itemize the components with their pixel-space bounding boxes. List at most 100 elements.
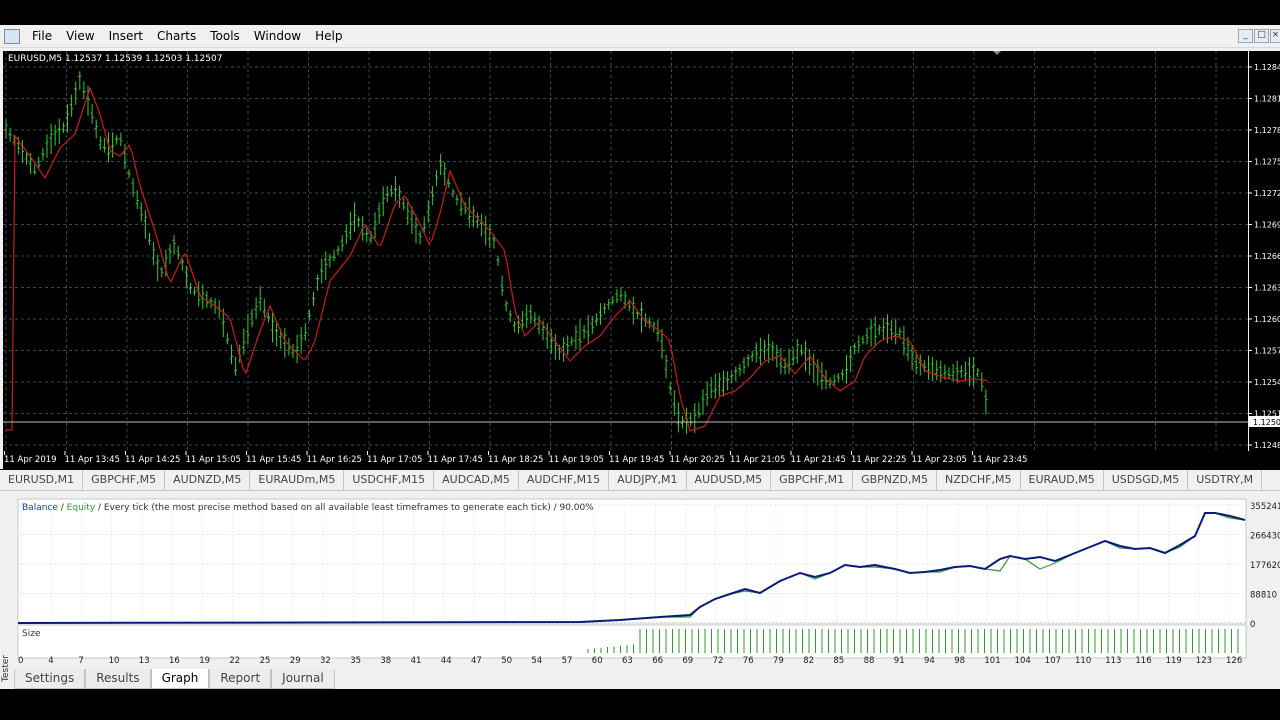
time-label: 11 Apr 17:05 — [367, 455, 422, 465]
graph-x-label: 13 — [139, 656, 150, 666]
price-label: 1.1284 — [1254, 63, 1280, 72]
symbol-tab[interactable]: AUDCHF,M15 — [519, 470, 610, 490]
time-label: 11 Apr 23:45 — [972, 455, 1027, 465]
tab-settings[interactable]: Settings — [14, 669, 86, 689]
graph-x-label: 32 — [320, 656, 331, 666]
graph-x-label: 63 — [622, 656, 633, 666]
graph-x-label: 57 — [562, 656, 573, 666]
chart-window-icon[interactable] — [4, 29, 20, 44]
graph-x-label: 19 — [199, 656, 210, 666]
time-label: 11 Apr 16:25 — [307, 455, 362, 465]
symbol-tab[interactable]: AUDCAD,M5 — [434, 470, 519, 490]
graph-y-labels: 355241 266430 177620 88810 0 — [1250, 502, 1280, 630]
price-label: 1.1260 — [1254, 315, 1280, 324]
price-label: 1.1263 — [1254, 284, 1280, 293]
size-label: Size — [22, 629, 41, 639]
graph-x-label: 113 — [1105, 656, 1121, 666]
graph-x-label: 0 — [18, 656, 23, 666]
price-chart[interactable]: EURUSD,M5 1.12537 1.12539 1.12503 1.1250… — [0, 48, 1280, 469]
time-label: 11 Apr 19:45 — [609, 455, 664, 465]
symbol-tab[interactable]: USDCHF,M15 — [344, 470, 435, 490]
price-scale[interactable] — [1249, 51, 1280, 451]
legend-sep: / — [58, 503, 67, 513]
size-graph-area[interactable] — [17, 624, 1247, 659]
menu-help[interactable]: Help — [308, 25, 349, 47]
tab-results[interactable]: Results — [85, 669, 151, 689]
graph-x-label: 94 — [924, 656, 935, 666]
time-label: 11 Apr 22:25 — [851, 455, 906, 465]
price-label: 1.1278 — [1254, 126, 1280, 135]
symbol-tab[interactable]: EURAUDm,M5 — [250, 470, 345, 490]
price-label: 1.1272 — [1254, 189, 1280, 198]
graph-x-label: 85 — [833, 656, 844, 666]
chart-window[interactable]: EURUSD,M5 1.12537 1.12539 1.12503 1.1250… — [0, 48, 1280, 469]
graph-x-label: 104 — [1015, 656, 1031, 666]
legend-balance: Balance — [22, 503, 58, 513]
symbol-tab[interactable]: USDSGD,M5 — [1104, 470, 1189, 490]
graph-x-label: 116 — [1135, 656, 1151, 666]
price-label: 1.1281 — [1254, 95, 1280, 104]
symbol-tab[interactable]: EURAUD,M5 — [1021, 470, 1104, 490]
graph-x-label: 76 — [743, 656, 754, 666]
tester-tabs: Settings Results Graph Report Journal — [14, 669, 335, 689]
menu-window[interactable]: Window — [247, 25, 308, 47]
price-label: 1.1275 — [1254, 158, 1280, 167]
tab-report[interactable]: Report — [209, 669, 272, 689]
minimize-icon[interactable]: _ — [1238, 29, 1253, 43]
graph-x-label: 47 — [471, 656, 482, 666]
graph-x-label: 54 — [531, 656, 542, 666]
taskbar — [0, 689, 1280, 720]
menu-bar: File View Insert Charts Tools Window Hel… — [0, 25, 1280, 48]
graph-x-label: 38 — [380, 656, 391, 666]
graph-x-label: 119 — [1166, 656, 1182, 666]
time-label: 11 Apr 2019 — [4, 455, 57, 465]
symbol-tab[interactable]: USDTRY,M — [1188, 470, 1263, 490]
symbol-tab[interactable]: AUDJPY,M1 — [609, 470, 687, 490]
symbol-tab[interactable]: GBPCHF,M1 — [771, 470, 854, 490]
graph-x-label: 82 — [803, 656, 814, 666]
time-label: 11 Apr 17:45 — [428, 455, 483, 465]
price-label: 1.1257 — [1254, 347, 1280, 356]
symbol-tab[interactable]: AUDUSD,M5 — [687, 470, 772, 490]
graph-x-label: 25 — [260, 656, 271, 666]
window-titlebar — [0, 0, 1280, 25]
chart-area[interactable] — [3, 51, 1248, 451]
tester-side-label-text: Tester — [1, 655, 11, 682]
time-label: 11 Apr 21:05 — [730, 455, 785, 465]
chart-header: EURUSD,M5 1.12537 1.12539 1.12503 1.1250… — [8, 54, 222, 64]
graph-x-label: 35 — [350, 656, 361, 666]
menu-charts[interactable]: Charts — [150, 25, 203, 47]
tester-graph: Balance / Equity / Every tick (the most … — [17, 498, 1280, 666]
graph-y-label: 355241 — [1250, 502, 1280, 512]
symbol-tab[interactable]: GBPNZD,M5 — [853, 470, 937, 490]
symbol-tab[interactable]: EURUSD,M1 — [0, 470, 84, 490]
tab-journal[interactable]: Journal — [271, 669, 335, 689]
restore-icon[interactable]: □ — [1254, 29, 1269, 43]
graph-y-label: 0 — [1250, 620, 1255, 630]
close-icon[interactable]: × — [1270, 29, 1280, 43]
menu-insert[interactable]: Insert — [102, 25, 150, 47]
graph-legend: Balance / Equity / Every tick (the most … — [22, 503, 594, 513]
graph-x-label: 44 — [441, 656, 452, 666]
graph-x-label: 79 — [773, 656, 784, 666]
menu-file[interactable]: File — [25, 25, 59, 47]
symbol-tab[interactable]: NZDCHF,M5 — [937, 470, 1021, 490]
symbol-tab[interactable]: AUDNZD,M5 — [165, 470, 251, 490]
menu-view[interactable]: View — [59, 25, 101, 47]
graph-x-label: 16 — [169, 656, 180, 666]
tab-graph[interactable]: Graph — [150, 669, 210, 689]
graph-y-label: 266430 — [1250, 532, 1280, 542]
graph-x-label: 126 — [1226, 656, 1242, 666]
symbol-tab-bar: EURUSD,M1 GBPCHF,M5 AUDNZD,M5 EURAUDm,M5… — [0, 470, 1280, 491]
menu-tools[interactable]: Tools — [203, 25, 247, 47]
time-label: 11 Apr 21:45 — [791, 455, 846, 465]
tester-side-label: Tester — [0, 649, 13, 683]
graph-x-labels: 0 4 7 10 13 16 19 22 25 29 32 35 38 41 44 47 50 54 57 60 63 6… — [18, 656, 1242, 666]
legend-mode: / Every tick (the most precise method ba… — [95, 503, 594, 513]
graph-x-label: 101 — [984, 656, 1000, 666]
time-label: 11 Apr 18:25 — [488, 455, 543, 465]
graph-y-label: 177620 — [1250, 561, 1280, 571]
symbol-tab[interactable]: GBPCHF,M5 — [83, 470, 166, 490]
time-label: 11 Apr 14:25 — [125, 455, 180, 465]
time-label: 11 Apr 20:25 — [670, 455, 725, 465]
